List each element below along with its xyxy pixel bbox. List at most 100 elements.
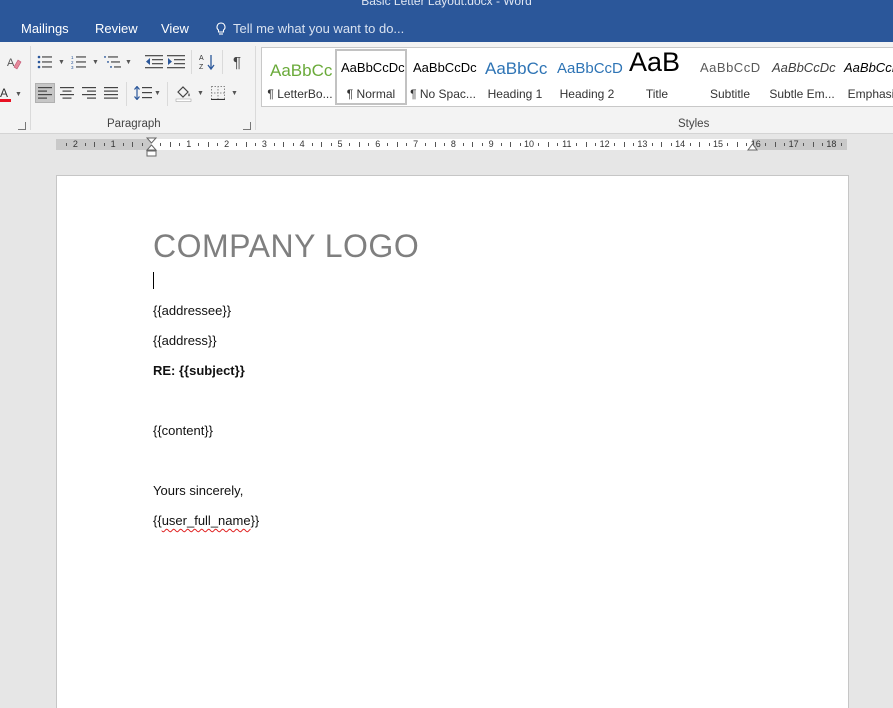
style-heading-2[interactable]: AaBbCcD Heading 2 [551, 49, 623, 105]
style-name: Title [645, 87, 669, 101]
decrease-indent-icon [145, 55, 163, 69]
numbering-dropdown-icon[interactable]: ▼ [92, 59, 99, 66]
content-field[interactable]: {{content}} [153, 423, 213, 438]
numbering-icon: 1 2 3 [71, 55, 86, 69]
ruler-number: 2 [72, 139, 78, 149]
group-separator [255, 46, 256, 130]
addressee-field[interactable]: {{addressee}} [153, 303, 231, 318]
indent-marker-icon[interactable] [146, 137, 157, 158]
ruler-number: 1 [110, 139, 116, 149]
tab-review[interactable]: Review [95, 21, 138, 36]
show-formatting-button[interactable]: ¶ [229, 52, 249, 72]
style-name: Heading 1 [487, 87, 543, 101]
style-sample: AaBbCc [270, 61, 333, 80]
tell-me-box[interactable]: Tell me what you want to do... [215, 21, 404, 36]
window-title: Basic Letter Layout.docx - Word [361, 0, 532, 8]
line-spacing-button[interactable] [133, 83, 153, 103]
style-normal[interactable]: AaBbCcDc ¶ Normal [335, 49, 407, 105]
multilevel-list-icon [104, 56, 121, 68]
tab-view[interactable]: View [161, 21, 189, 36]
ruler-number: 1 [186, 139, 192, 149]
ruler-tick [396, 142, 398, 147]
paragraph-group-label: Paragraph [107, 118, 161, 130]
align-center-icon [60, 87, 74, 99]
ruler-tick [254, 143, 256, 146]
borders-dropdown-icon[interactable]: ▼ [231, 90, 238, 97]
line-spacing-dropdown-icon[interactable]: ▼ [154, 90, 161, 97]
ruler-number: 5 [337, 139, 343, 149]
bullets-button[interactable] [35, 52, 55, 72]
style-subtle-emphasis[interactable]: AaBbCcDc Subtle Em... [766, 49, 838, 105]
group-separator [126, 82, 127, 106]
ruler-tick [812, 142, 814, 147]
svg-text:Z: Z [199, 64, 204, 71]
style-subtitle[interactable]: AaBbCcD Subtitle [694, 49, 766, 105]
style-heading-1[interactable]: AaBbCc Heading 1 [479, 49, 551, 105]
ruler-tick [481, 143, 483, 146]
ruler-tick [547, 142, 549, 147]
svg-text:A: A [0, 86, 8, 100]
ruler-number: 13 [637, 139, 648, 149]
line-spacing-icon [134, 86, 152, 100]
style-letterbody[interactable]: AaBbCc ¶ LetterBo... [264, 49, 336, 105]
lightbulb-icon [216, 21, 226, 35]
font-color-icon: A [0, 86, 11, 102]
ruler-tick [132, 142, 134, 147]
style-sample: AaBbCcDc [772, 60, 836, 75]
tell-me-text: Tell me what you want to do... [233, 21, 405, 36]
align-right-button[interactable] [79, 83, 99, 103]
svg-text:¶: ¶ [233, 54, 241, 70]
style-no-spacing[interactable]: AaBbCcDc ¶ No Spac... [407, 49, 479, 105]
align-center-button[interactable] [57, 83, 77, 103]
ruler-number: 15 [712, 139, 724, 149]
increase-indent-button[interactable] [166, 52, 186, 72]
ruler-bar[interactable]: 2 1 1 2 3 4 5 6 7 8 9 10 11 12 13 14 15 16 17 18 [56, 139, 847, 150]
eraser-icon: A [7, 57, 22, 70]
font-color-button[interactable]: A [0, 84, 14, 104]
ruler-tick [169, 142, 171, 147]
right-indent-marker-icon[interactable] [747, 143, 758, 152]
paragraph-dialog-launcher-icon[interactable] [243, 122, 251, 130]
align-left-icon [38, 87, 52, 99]
document-page[interactable]: COMPANY LOGO {{addressee}} {{address}} R… [56, 175, 849, 708]
subject-line[interactable]: RE: {{subject}} [153, 363, 245, 378]
align-left-button[interactable] [35, 83, 55, 103]
signature-field[interactable]: {{user_full_name}} [153, 513, 259, 528]
decrease-indent-button[interactable] [144, 52, 164, 72]
ruler-tick [462, 143, 464, 146]
clear-formatting-button[interactable]: A [4, 52, 24, 72]
shading-dropdown-icon[interactable]: ▼ [197, 90, 204, 97]
ruler-tick [576, 143, 578, 146]
closing-line[interactable]: Yours sincerely, [153, 483, 243, 498]
numbering-button[interactable]: 1 2 3 [69, 52, 89, 72]
group-separator [191, 50, 192, 74]
ruler-tick [330, 143, 332, 146]
font-color-dropdown-icon[interactable]: ▼ [15, 91, 22, 98]
style-title[interactable]: AaB Title [621, 49, 693, 105]
ruler-tick [557, 143, 559, 146]
address-field[interactable]: {{address}} [153, 333, 217, 348]
style-sample: AaBbCc [485, 59, 548, 78]
ruler-tick [519, 143, 521, 146]
style-sample: AaBbCcD [557, 60, 623, 77]
style-sample: AaBbCcDc [413, 60, 477, 75]
signature-name[interactable]: user_full_name [162, 513, 251, 528]
horizontal-ruler[interactable]: 2 1 1 2 3 4 5 6 7 8 9 10 11 12 13 14 15 16 17 18 [0, 134, 893, 158]
company-logo-text[interactable]: COMPANY LOGO [153, 228, 419, 265]
sort-button[interactable]: A Z [198, 52, 218, 72]
ruler-tick [443, 143, 445, 146]
shading-button[interactable] [174, 83, 194, 103]
font-dialog-launcher-icon[interactable] [18, 122, 26, 130]
increase-indent-icon [167, 55, 185, 69]
style-sample: AaBbCcD [700, 60, 761, 75]
ruler-tick [699, 142, 701, 147]
tab-mailings[interactable]: Mailings [21, 21, 69, 36]
style-emphasis[interactable]: AaBbCcDc Emphasis [838, 49, 893, 105]
justify-button[interactable] [101, 83, 121, 103]
multilevel-dropdown-icon[interactable]: ▼ [125, 59, 132, 66]
bullets-dropdown-icon[interactable]: ▼ [58, 59, 65, 66]
multilevel-list-button[interactable] [103, 52, 123, 72]
ruler-tick [122, 143, 124, 146]
borders-button[interactable] [208, 83, 228, 103]
justify-icon [104, 87, 118, 99]
